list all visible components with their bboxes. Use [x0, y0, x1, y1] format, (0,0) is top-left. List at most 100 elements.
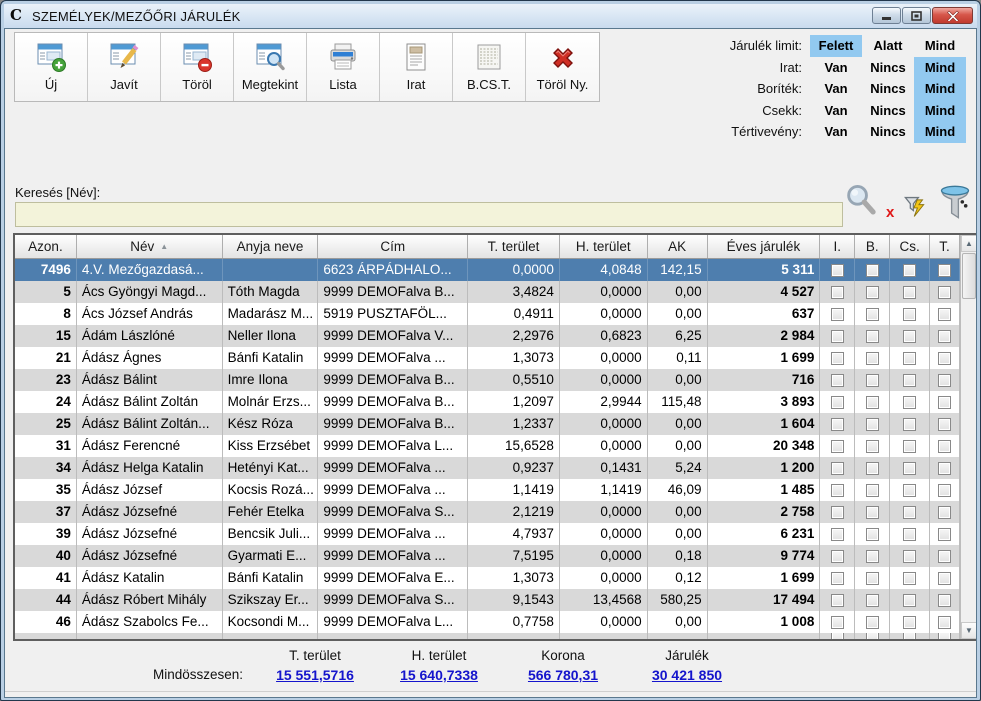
- checkbox-icon[interactable]: [831, 633, 844, 639]
- checkbox-icon[interactable]: [866, 374, 879, 387]
- checkbox-icon[interactable]: [903, 330, 916, 343]
- table-cell-eves[interactable]: 2 984: [708, 325, 821, 347]
- table-row[interactable]: 37Ádász JózsefnéFehér Etelka9999 DEMOFal…: [15, 501, 960, 523]
- checkbox-icon[interactable]: [866, 396, 879, 409]
- table-row[interactable]: 23Ádász BálintImre Ilona9999 DEMOFalva B…: [15, 369, 960, 391]
- checkbox-icon[interactable]: [903, 308, 916, 321]
- table-cell-azon[interactable]: 23: [15, 369, 77, 391]
- table-cell-anyja[interactable]: Kocsondi M...: [223, 611, 319, 633]
- table-cell-ak[interactable]: 0,18: [648, 545, 708, 567]
- table-row[interactable]: 15Ádám LászlónéNeller Ilona9999 DEMOFalv…: [15, 325, 960, 347]
- checkbox-icon[interactable]: [866, 418, 879, 431]
- row-checkbox-t[interactable]: [930, 545, 960, 567]
- table-cell-azon[interactable]: 8: [15, 303, 77, 325]
- checkbox-icon[interactable]: [866, 462, 879, 475]
- table-cell-h_ter[interactable]: 0,0000: [560, 303, 648, 325]
- row-checkbox-t[interactable]: [930, 413, 960, 435]
- checkbox-icon[interactable]: [866, 506, 879, 519]
- checkbox-icon[interactable]: [866, 352, 879, 365]
- checkbox-icon[interactable]: [831, 352, 844, 365]
- row-checkbox-t[interactable]: [930, 303, 960, 325]
- table-cell-anyja[interactable]: Kocsis Rozá...: [223, 479, 319, 501]
- row-checkbox-t[interactable]: [930, 457, 960, 479]
- checkbox-icon[interactable]: [903, 374, 916, 387]
- row-checkbox-i[interactable]: [820, 479, 855, 501]
- row-checkbox-b[interactable]: [855, 501, 890, 523]
- filter-option-van[interactable]: Van: [810, 100, 862, 122]
- table-cell-h_ter[interactable]: 0,0000: [560, 611, 648, 633]
- table-cell-cim[interactable]: 9999 DEMOFalva L...: [318, 611, 468, 633]
- table-cell-eves[interactable]: 20 348: [708, 435, 821, 457]
- table-cell-cim[interactable]: 9999 DEMOFalva ...: [318, 479, 468, 501]
- checkbox-icon[interactable]: [866, 330, 879, 343]
- row-checkbox-t[interactable]: [930, 633, 960, 639]
- table-row[interactable]: 74964.V. Mezőgazdasá...6623 ÁRPÁDHALO...…: [15, 259, 960, 281]
- table-cell-ak[interactable]: [648, 633, 708, 639]
- table-cell-anyja[interactable]: Fehér Etelka: [223, 501, 319, 523]
- checkbox-icon[interactable]: [938, 528, 951, 541]
- filter-option-felett[interactable]: Felett: [810, 35, 862, 57]
- row-checkbox-b[interactable]: [855, 259, 890, 281]
- table-cell-t_ter[interactable]: [468, 633, 560, 639]
- table-cell-azon[interactable]: 41: [15, 567, 77, 589]
- table-cell-cim[interactable]: 9999 DEMOFalva S...: [318, 589, 468, 611]
- table-cell-h_ter[interactable]: 0,0000: [560, 281, 648, 303]
- checkbox-icon[interactable]: [903, 286, 916, 299]
- scroll-down-icon[interactable]: ▼: [961, 622, 977, 639]
- table-cell-t_ter[interactable]: 1,1419: [468, 479, 560, 501]
- table-cell-ak[interactable]: 0,00: [648, 281, 708, 303]
- checkbox-icon[interactable]: [938, 594, 951, 607]
- table-cell-eves[interactable]: 4 527: [708, 281, 821, 303]
- table-cell-t_ter[interactable]: 15,6528: [468, 435, 560, 457]
- checkbox-icon[interactable]: [866, 440, 879, 453]
- table-row[interactable]: 8Ács József AndrásMadarász M...5919 PUSZ…: [15, 303, 960, 325]
- scrollbar-thumb[interactable]: [962, 253, 976, 299]
- table-cell-azon[interactable]: 39: [15, 523, 77, 545]
- table-cell-cim[interactable]: 9999 DEMOFalva B...: [318, 369, 468, 391]
- table-cell-h_ter[interactable]: 0,0000: [560, 501, 648, 523]
- row-checkbox-t[interactable]: [930, 589, 960, 611]
- table-cell-cim[interactable]: 5919 PUSZTAFÖL...: [318, 303, 468, 325]
- row-checkbox-cs[interactable]: [890, 391, 930, 413]
- row-checkbox-t[interactable]: [930, 479, 960, 501]
- row-checkbox-t[interactable]: [930, 281, 960, 303]
- filter-option-nincs[interactable]: Nincs: [862, 121, 914, 143]
- table-cell-azon[interactable]: 21: [15, 347, 77, 369]
- table-cell-t_ter[interactable]: 2,2976: [468, 325, 560, 347]
- checkbox-icon[interactable]: [903, 550, 916, 563]
- table-row[interactable]: 35Ádász JózsefKocsis Rozá...9999 DEMOFal…: [15, 479, 960, 501]
- summary-column-value[interactable]: 15 551,5716: [253, 663, 377, 683]
- checkbox-icon[interactable]: [831, 418, 844, 431]
- checkbox-icon[interactable]: [866, 484, 879, 497]
- toolbar-button-jav-t[interactable]: Javít: [88, 33, 161, 101]
- toolbar-button-irat[interactable]: Irat: [380, 33, 453, 101]
- filter-option-nincs[interactable]: Nincs: [862, 100, 914, 122]
- checkbox-icon[interactable]: [938, 550, 951, 563]
- column-header-i[interactable]: I.: [820, 235, 855, 258]
- checkbox-icon[interactable]: [938, 462, 951, 475]
- row-checkbox-i[interactable]: [820, 325, 855, 347]
- filter-option-mind[interactable]: Mind: [914, 57, 966, 79]
- checkbox-icon[interactable]: [866, 308, 879, 321]
- checkbox-icon[interactable]: [938, 616, 951, 629]
- table-cell-ak[interactable]: 5,24: [648, 457, 708, 479]
- row-checkbox-cs[interactable]: [890, 413, 930, 435]
- filter-option-van[interactable]: Van: [810, 57, 862, 79]
- column-header-cs[interactable]: Cs.: [890, 235, 930, 258]
- table-cell-eves[interactable]: 5 311: [708, 259, 821, 281]
- row-checkbox-cs[interactable]: [890, 611, 930, 633]
- table-cell-anyja[interactable]: Szikszay Er...: [223, 589, 319, 611]
- table-cell-eves[interactable]: 3 893: [708, 391, 821, 413]
- table-cell-nev[interactable]: Ádász Katalin: [77, 567, 223, 589]
- toolbar-button-megtekint[interactable]: Megtekint: [234, 33, 307, 101]
- table-cell-nev[interactable]: Ádász Helga Katalin: [77, 457, 223, 479]
- table-cell-t_ter[interactable]: 0,0000: [468, 259, 560, 281]
- table-cell-t_ter[interactable]: 2,1219: [468, 501, 560, 523]
- row-checkbox-b[interactable]: [855, 281, 890, 303]
- filter-option-alatt[interactable]: Alatt: [862, 35, 914, 57]
- row-checkbox-cs[interactable]: [890, 589, 930, 611]
- toolbar-button-t-r-l[interactable]: Töröl: [161, 33, 234, 101]
- filter-option-nincs[interactable]: Nincs: [862, 57, 914, 79]
- table-cell-t_ter[interactable]: 0,4911: [468, 303, 560, 325]
- row-checkbox-cs[interactable]: [890, 501, 930, 523]
